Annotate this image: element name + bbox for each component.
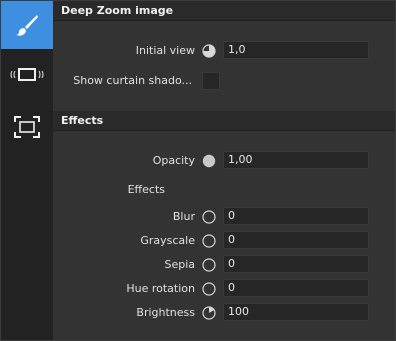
frame-icon — [14, 116, 40, 138]
curtain-shadow-label: Show curtain shado... — [73, 74, 192, 87]
brightness-label: Brightness — [136, 306, 195, 319]
grayscale-row: Grayscale 0 — [53, 230, 395, 252]
curtain-shadow-checkbox[interactable] — [202, 72, 220, 90]
grayscale-label: Grayscale — [140, 234, 195, 247]
brightness-input[interactable]: 100 — [223, 303, 369, 321]
dial-icon[interactable] — [202, 306, 216, 320]
sepia-label: Sepia — [164, 258, 195, 271]
grayscale-input[interactable]: 0 — [223, 231, 369, 249]
hue-rotation-row: Hue rotation 0 — [53, 278, 395, 300]
rail-frame-button[interactable] — [1, 103, 53, 151]
curtain-shadow-row: Show curtain shado... — [53, 70, 395, 92]
rail-brush-button[interactable] — [1, 1, 53, 49]
opacity-label: Opacity — [152, 154, 195, 167]
blur-label: Blur — [172, 210, 195, 223]
opacity-row: Opacity 1,00 — [53, 150, 395, 172]
curtain-icon — [10, 68, 44, 81]
initial-view-row: Initial view 1,0 — [53, 40, 395, 62]
effects-subheading-label: Effects — [127, 183, 165, 196]
circle-icon[interactable] — [202, 210, 216, 224]
sepia-input[interactable]: 0 — [223, 255, 369, 273]
sepia-row: Sepia 0 — [53, 254, 395, 276]
pie-icon[interactable] — [202, 44, 216, 58]
circle-icon[interactable] — [202, 258, 216, 272]
effects-subheading: Effects — [53, 180, 395, 200]
hue-rotation-input[interactable]: 0 — [223, 279, 369, 297]
properties-content: Deep Zoom image Initial view 1,0 Show cu… — [53, 1, 395, 340]
rail-curtain-button[interactable] — [1, 51, 53, 99]
circle-icon[interactable] — [202, 282, 216, 296]
blur-row: Blur 0 — [53, 206, 395, 228]
initial-view-input[interactable]: 1,0 — [223, 41, 369, 59]
brush-icon — [16, 15, 38, 36]
opacity-input[interactable]: 1,00 — [223, 151, 369, 169]
hue-rotation-label: Hue rotation — [126, 282, 195, 295]
filled-circle-icon[interactable] — [202, 154, 216, 168]
section-header-effects: Effects — [53, 111, 395, 131]
left-tool-rail — [1, 1, 53, 340]
circle-icon[interactable] — [202, 234, 216, 248]
brightness-row: Brightness 100 — [53, 302, 395, 324]
initial-view-label: Initial view — [135, 44, 195, 57]
properties-panel: Deep Zoom image Initial view 1,0 Show cu… — [0, 0, 396, 341]
blur-input[interactable]: 0 — [223, 207, 369, 225]
section-header-deep-zoom: Deep Zoom image — [53, 1, 395, 21]
